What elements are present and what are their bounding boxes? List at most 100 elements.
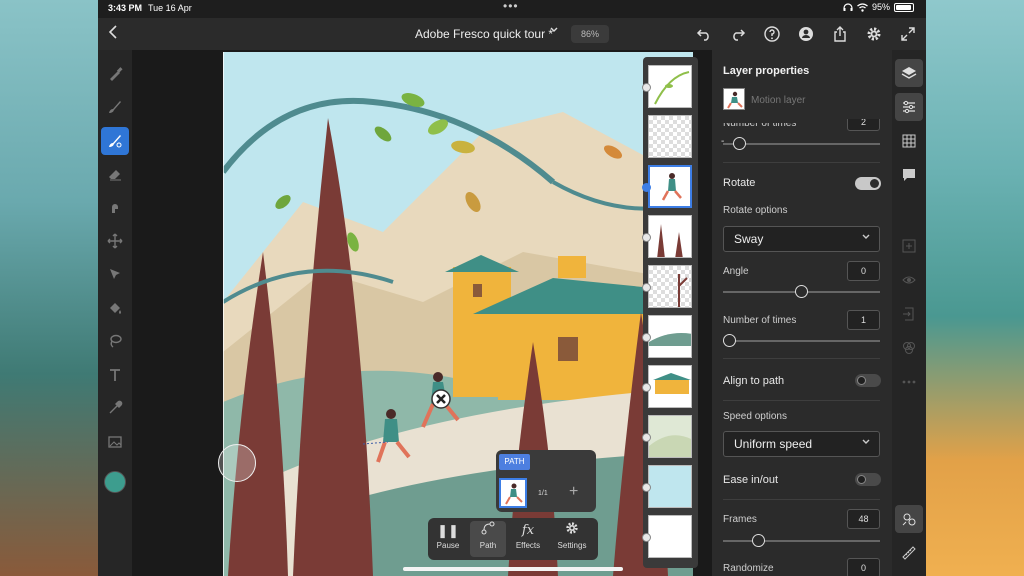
number-of-times-top-slider[interactable] — [723, 137, 880, 150]
layer-visibility-dot[interactable] — [642, 283, 651, 292]
multitask-dots-icon[interactable]: ••• — [503, 0, 519, 13]
layer-thumb-7[interactable] — [648, 365, 692, 408]
slider-knob[interactable] — [752, 534, 765, 547]
layer-thumb-1[interactable] — [648, 65, 692, 108]
layer-visibility-dot[interactable] — [642, 333, 651, 342]
title-chevron-down-icon[interactable] — [549, 25, 559, 38]
export-button[interactable] — [830, 24, 850, 44]
layer-thumb-9[interactable] — [648, 465, 692, 508]
ruler-button[interactable] — [895, 539, 923, 567]
slider-knob[interactable] — [795, 285, 808, 298]
motion-layer-dot[interactable] — [642, 183, 651, 192]
move-tool[interactable] — [101, 227, 129, 255]
color-swatch[interactable] — [104, 471, 126, 493]
sliders-icon — [903, 100, 915, 114]
layer-visibility-dot[interactable] — [642, 533, 651, 542]
frames-slider[interactable] — [723, 534, 880, 547]
layer-thumb-2[interactable] — [648, 115, 692, 158]
motion-layer-button[interactable] — [895, 505, 923, 533]
import-button[interactable] — [895, 300, 923, 328]
layer-thumb-5[interactable] — [648, 265, 692, 308]
place-image-tool[interactable] — [101, 428, 129, 456]
more-options-button[interactable] — [895, 368, 923, 396]
help-button[interactable] — [762, 24, 782, 44]
eraser-tool[interactable] — [101, 160, 129, 188]
path-chip[interactable]: PATH — [499, 454, 530, 470]
blend-mode-button[interactable] — [895, 334, 923, 362]
text-tool[interactable] — [101, 361, 129, 389]
eyedropper-tool[interactable] — [101, 394, 129, 422]
layer-thumb-8[interactable] — [648, 415, 692, 458]
layer-visibility-dot[interactable] — [642, 383, 651, 392]
eraser-icon — [109, 170, 121, 181]
path-button[interactable]: Path — [470, 521, 506, 557]
grid-button[interactable] — [895, 127, 923, 155]
number-of-times-slider[interactable] — [723, 334, 880, 347]
add-layer-icon — [902, 239, 916, 253]
layer-visibility-dot[interactable] — [642, 233, 651, 242]
vector-brush-tool[interactable] — [101, 127, 129, 155]
wifi-icon — [857, 2, 868, 12]
document-title[interactable]: Adobe Fresco quick tour * — [415, 27, 553, 41]
text-icon — [110, 369, 120, 381]
frames-field[interactable]: 48 — [847, 509, 880, 529]
angle-slider[interactable] — [723, 285, 880, 298]
number-of-times-field[interactable]: 1 — [847, 310, 880, 330]
add-layer-button[interactable] — [895, 232, 923, 260]
settings-button[interactable] — [864, 24, 884, 44]
artwork-canvas[interactable] — [223, 52, 693, 576]
live-brush-tool[interactable] — [101, 93, 129, 121]
layer-visibility-dot[interactable] — [642, 83, 651, 92]
lasso-tool[interactable] — [101, 327, 129, 355]
layer-thumb-3-selected[interactable] — [648, 165, 692, 208]
divider — [723, 358, 880, 359]
rotate-options-label: Rotate options — [723, 205, 788, 216]
add-path-button[interactable]: + — [569, 483, 578, 501]
path-icon — [470, 521, 506, 541]
selection-tool[interactable] — [101, 260, 129, 288]
slider-knob[interactable] — [723, 334, 736, 347]
angle-field[interactable]: 0 — [847, 261, 880, 281]
chevron-left-icon — [108, 25, 117, 39]
import-icon — [903, 307, 914, 321]
rotate-options-dropdown[interactable]: Sway — [723, 226, 880, 252]
layer-name[interactable]: Motion layer — [751, 95, 805, 106]
randomize-field[interactable]: 0 — [847, 558, 880, 576]
slider-knob[interactable] — [733, 137, 746, 150]
brush-size-puck[interactable] — [218, 444, 256, 482]
share-user-button[interactable] — [796, 24, 816, 44]
fill-tool[interactable] — [101, 294, 129, 322]
fullscreen-button[interactable] — [898, 24, 918, 44]
number-of-times-top-field[interactable]: 2 — [847, 119, 880, 131]
layers-strip — [642, 57, 698, 568]
layers-panel-button[interactable] — [895, 59, 923, 87]
effects-button[interactable]: fx Effects — [510, 521, 546, 557]
undo-button[interactable] — [694, 24, 714, 44]
layer-visibility-dot[interactable] — [642, 483, 651, 492]
align-to-path-toggle[interactable] — [855, 374, 881, 387]
fill-icon — [110, 303, 121, 314]
zoom-level[interactable]: 86% — [571, 25, 609, 43]
home-indicator[interactable] — [403, 567, 623, 571]
path-frame-thumb[interactable] — [499, 478, 527, 508]
layer-thumb-6[interactable] — [648, 315, 692, 358]
layer-thumb-4[interactable] — [648, 215, 692, 258]
comments-button[interactable] — [895, 161, 923, 189]
layer-properties-button[interactable] — [895, 93, 923, 121]
smudge-tool[interactable] — [101, 193, 129, 221]
ease-in-out-toggle[interactable] — [855, 473, 881, 486]
layer-visibility-dot[interactable] — [642, 433, 651, 442]
rotate-toggle[interactable] — [855, 177, 881, 190]
layer-thumb-background[interactable] — [648, 515, 692, 558]
motion-controls: ❚❚ Pause Path fx Effects Settings — [428, 518, 598, 560]
redo-button[interactable] — [728, 24, 748, 44]
help-icon — [764, 26, 780, 42]
speed-options-dropdown[interactable]: Uniform speed — [723, 431, 880, 457]
motion-settings-button[interactable]: Settings — [552, 521, 592, 557]
back-button[interactable] — [108, 24, 126, 44]
left-toolbar — [98, 50, 132, 576]
pause-button[interactable]: ❚❚ Pause — [430, 521, 466, 557]
visibility-button[interactable] — [895, 266, 923, 294]
pixel-brush-tool[interactable] — [101, 60, 129, 88]
wallpaper-left — [0, 0, 98, 576]
